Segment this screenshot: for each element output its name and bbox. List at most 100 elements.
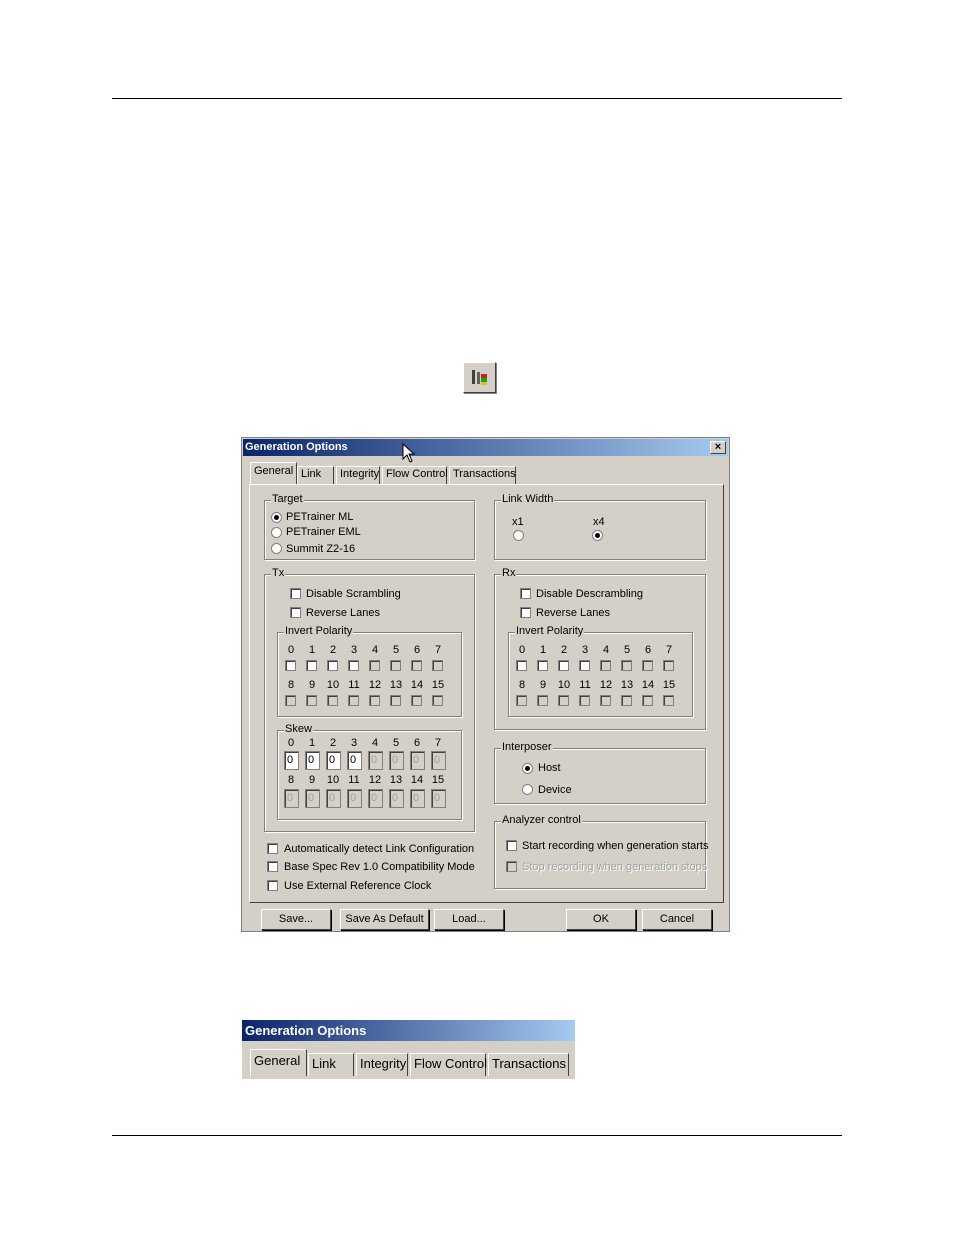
rx-polarity-checkbox: [537, 695, 548, 706]
tx-polarity-checkbox: [327, 695, 338, 706]
footer-rule: [112, 1135, 842, 1136]
tx-polarity-checkbox[interactable]: [306, 660, 317, 671]
tx-skew-label: Skew: [284, 723, 313, 735]
target-radio-petrainer-ml[interactable]: [271, 512, 282, 523]
skew-input[interactable]: 0: [284, 751, 299, 770]
start-recording-label: Start recording when generation starts: [522, 840, 709, 852]
save-as-default-button[interactable]: Save As Default: [340, 909, 429, 930]
rx-polarity-checkbox[interactable]: [579, 660, 590, 671]
tx-disable-scrambling-checkbox[interactable]: [290, 588, 301, 599]
rx-polarity-checkbox: [516, 695, 527, 706]
external-clock-checkbox[interactable]: [267, 880, 278, 891]
tx-polarity-checkbox: [369, 660, 380, 671]
skew-input: 0: [284, 789, 299, 808]
link-width-label: Link Width: [501, 493, 555, 505]
interposer-radio-device[interactable]: [522, 784, 533, 795]
auto-detect-label: Automatically detect Link Configuration: [284, 843, 475, 855]
target-radio-summit[interactable]: [271, 543, 282, 554]
save-button[interactable]: Save...: [261, 909, 331, 930]
generation-options-toolbar-icon[interactable]: [463, 362, 496, 393]
target-option-label: PETrainer ML: [286, 511, 354, 523]
rx-reverse-lanes-checkbox[interactable]: [520, 607, 531, 618]
cancel-button[interactable]: Cancel: [642, 909, 712, 930]
rx-polarity-checkbox: [663, 695, 674, 706]
skew-input: 0: [326, 789, 341, 808]
rx-polarity-checkbox[interactable]: [558, 660, 569, 671]
rx-lane-number: 13: [620, 679, 634, 691]
link-width-group: Link Width x1 x4: [494, 493, 706, 560]
close-icon[interactable]: ×: [710, 441, 726, 454]
auto-detect-checkbox[interactable]: [267, 843, 278, 854]
header-rule: [112, 98, 842, 99]
target-group: Target PETrainer ML PETrainer EML Summit…: [264, 493, 475, 560]
rx-polarity-checkbox[interactable]: [537, 660, 548, 671]
link-width-x1-label: x1: [512, 516, 524, 528]
rx-lane-number: 6: [644, 644, 652, 656]
rx-lane-number: 4: [602, 644, 610, 656]
interposer-radio-host[interactable]: [522, 763, 533, 774]
tx-polarity-checkbox: [411, 660, 422, 671]
rx-lane-number: 0: [518, 644, 526, 656]
strip-titlebar: Generation Options: [242, 1020, 575, 1041]
base-spec-checkbox[interactable]: [267, 861, 278, 872]
tab-general[interactable]: General: [250, 462, 297, 484]
skew-lane-number: 10: [326, 774, 340, 786]
skew-input[interactable]: 0: [347, 751, 362, 770]
tx-lane-number: 8: [287, 679, 295, 691]
tx-polarity-checkbox[interactable]: [285, 660, 296, 671]
rx-disable-descrambling-checkbox[interactable]: [520, 588, 531, 599]
tx-lane-number: 3: [350, 644, 358, 656]
tab-link[interactable]: Link: [297, 466, 334, 484]
skew-input[interactable]: 0: [326, 751, 341, 770]
tx-polarity-checkbox: [369, 695, 380, 706]
target-option-label: Summit Z2-16: [286, 543, 356, 555]
start-recording-checkbox[interactable]: [506, 840, 517, 851]
interposer-host-label: Host: [538, 762, 561, 774]
tx-polarity-checkbox: [306, 695, 317, 706]
rx-polarity-checkbox: [642, 660, 653, 671]
rx-lane-number: 10: [557, 679, 571, 691]
analyzer-control-label: Analyzer control: [501, 814, 582, 826]
general-panel: Target PETrainer ML PETrainer EML Summit…: [249, 484, 724, 903]
load-button[interactable]: Load...: [434, 909, 504, 930]
skew-lane-number: 7: [434, 737, 442, 749]
rx-polarity-checkbox: [600, 660, 611, 671]
tab-integrity[interactable]: Integrity: [336, 466, 380, 484]
link-width-radio-x1[interactable]: [513, 530, 524, 541]
tab-transactions[interactable]: Transactions: [449, 466, 516, 484]
target-radio-petrainer-eml[interactable]: [271, 527, 282, 538]
ok-button[interactable]: OK: [566, 909, 636, 930]
tx-polarity-checkbox[interactable]: [327, 660, 338, 671]
tx-skew-group: Skew 0 0 1 0 2 0 3 0 4 0 5 0 6 0 7 0 8 0 9 0 10 0 11 0 12 0 13 0 14 0…: [277, 723, 462, 820]
skew-lane-number: 11: [348, 774, 360, 786]
skew-input[interactable]: 0: [305, 751, 320, 770]
skew-lane-number: 15: [431, 774, 445, 786]
tx-reverse-lanes-label: Reverse Lanes: [306, 607, 380, 619]
tx-lane-number: 4: [371, 644, 379, 656]
strip-tab-link[interactable]: Link: [308, 1053, 354, 1076]
external-clock-label: Use External Reference Clock: [284, 880, 432, 892]
rx-lane-number: 9: [539, 679, 547, 691]
strip-tab-transactions[interactable]: Transactions: [488, 1053, 569, 1076]
rx-polarity-checkbox[interactable]: [516, 660, 527, 671]
strip-tab-integrity[interactable]: Integrity: [356, 1053, 408, 1076]
tx-reverse-lanes-checkbox[interactable]: [290, 607, 301, 618]
strip-tab-general[interactable]: General: [250, 1049, 307, 1076]
tab-flow-control[interactable]: Flow Control: [382, 466, 448, 484]
tx-group: Tx Disable Scrambling Reverse Lanes Inve…: [264, 567, 475, 832]
skew-input: 0: [431, 789, 446, 808]
rx-lane-number: 12: [599, 679, 613, 691]
strip-title: Generation Options: [245, 1023, 367, 1038]
tx-lane-number: 11: [348, 679, 360, 691]
strip-tab-flow-control[interactable]: Flow Control: [410, 1053, 487, 1076]
rx-invert-polarity-group: Invert Polarity 0 1 2 3 4 5 6 7 8 9 10 11 12 13 14 15: [508, 625, 693, 717]
skew-lane-number: 1: [308, 737, 316, 749]
stop-recording-label: Stop recording when generation stops: [522, 861, 708, 873]
skew-lane-number: 0: [287, 737, 295, 749]
tx-polarity-checkbox[interactable]: [348, 660, 359, 671]
rx-lane-number: 7: [665, 644, 673, 656]
tx-label: Tx: [271, 567, 286, 579]
link-width-radio-x4[interactable]: [592, 530, 603, 541]
tx-disable-scrambling-label: Disable Scrambling: [306, 588, 401, 600]
rx-polarity-checkbox: [579, 695, 590, 706]
